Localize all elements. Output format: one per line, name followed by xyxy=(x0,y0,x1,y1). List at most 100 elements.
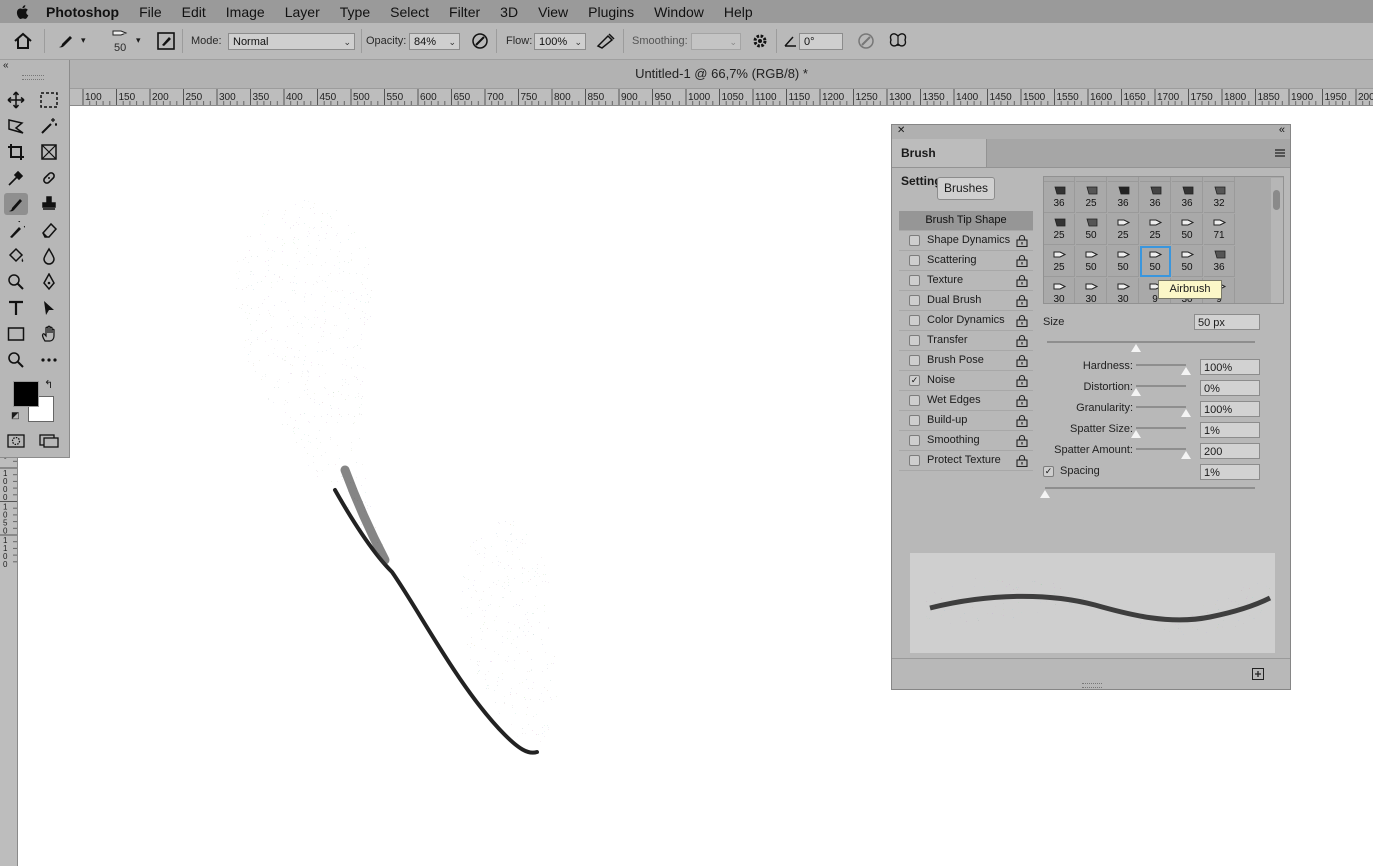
lock-icon[interactable] xyxy=(1016,394,1028,407)
brush-tip-cell[interactable]: 36 xyxy=(1044,182,1075,213)
brush-tip-cell[interactable]: 25 xyxy=(1076,182,1107,213)
size-slider-knob[interactable] xyxy=(1131,344,1142,352)
brush-tip-cell[interactable]: 50 xyxy=(1172,246,1203,277)
brush-tip-cell[interactable]: 50 xyxy=(1140,246,1171,277)
setting-build-up[interactable]: Build-up xyxy=(899,411,1033,431)
tab-brush-settings[interactable]: Brush Settings xyxy=(892,139,987,188)
brush-tip-cell[interactable]: 25 xyxy=(1044,246,1075,277)
panel-menu-icon[interactable] xyxy=(1274,148,1286,158)
brushes-button[interactable]: Brushes xyxy=(937,177,995,200)
drag-grip[interactable] xyxy=(22,75,44,80)
crop-tool-icon[interactable] xyxy=(4,141,28,163)
lock-icon[interactable] xyxy=(1016,454,1028,467)
collapse-arrows-icon[interactable]: « xyxy=(3,60,9,71)
rectangle-tool-icon[interactable] xyxy=(4,323,28,345)
magic-wand-tool-icon[interactable] xyxy=(37,115,61,137)
brush-tip-cell[interactable]: 25 xyxy=(1044,214,1075,245)
grid-scrollbar[interactable] xyxy=(1271,178,1283,303)
brush-tip-cell[interactable]: 50 xyxy=(1076,214,1107,245)
param-slider-knob[interactable] xyxy=(1181,367,1191,375)
create-new-brush-icon[interactable] xyxy=(1252,668,1264,680)
param-field[interactable]: 100% xyxy=(1200,359,1260,375)
setting-checkbox[interactable] xyxy=(909,295,920,306)
brush-tip-cell[interactable]: 30 xyxy=(1108,278,1139,303)
setting-transfer[interactable]: Transfer xyxy=(899,331,1033,351)
setting-brush-tip-shape[interactable]: Brush Tip Shape xyxy=(899,211,1033,231)
brush-tip-cell[interactable]: 30 xyxy=(1044,278,1075,303)
swap-colors-icon[interactable]: ↰ xyxy=(44,378,53,391)
param-field[interactable]: 1% xyxy=(1200,422,1260,438)
brush-tip-cell[interactable]: 50 xyxy=(1172,214,1203,245)
lock-icon[interactable] xyxy=(1016,434,1028,447)
param-slider-track[interactable] xyxy=(1136,427,1186,429)
brush-tool-icon[interactable] xyxy=(4,193,28,215)
param-slider-track[interactable] xyxy=(1136,448,1186,450)
param-slider-knob[interactable] xyxy=(1131,388,1141,396)
param-field[interactable]: 0% xyxy=(1200,380,1260,396)
brush-tip-cell[interactable]: 25 xyxy=(1140,214,1171,245)
setting-checkbox[interactable]: ✓ xyxy=(909,375,920,386)
brush-tip-cell[interactable]: 50 xyxy=(1076,246,1107,277)
setting-checkbox[interactable] xyxy=(909,395,920,406)
brush-tip-cell[interactable]: 30 xyxy=(1076,278,1107,303)
lock-icon[interactable] xyxy=(1016,254,1028,267)
brush-tip-cell[interactable]: 50 xyxy=(1108,246,1139,277)
setting-wet-edges[interactable]: Wet Edges xyxy=(899,391,1033,411)
marquee-tool-icon[interactable] xyxy=(37,89,61,111)
panel-header-strip[interactable]: ✕ « xyxy=(892,124,1290,139)
setting-noise[interactable]: ✓ Noise xyxy=(899,371,1033,391)
brush-tip-cell[interactable]: 71 xyxy=(1204,214,1235,245)
paint-bucket-tool-icon[interactable] xyxy=(4,245,28,267)
spacing-checkbox[interactable]: ✓ xyxy=(1043,466,1054,477)
more-tools-icon[interactable] xyxy=(37,349,61,371)
brush-tip-cell[interactable]: 32 xyxy=(1204,182,1235,213)
history-brush-tool-icon[interactable] xyxy=(4,219,28,241)
setting-dual-brush[interactable]: Dual Brush xyxy=(899,291,1033,311)
param-slider-knob[interactable] xyxy=(1181,409,1191,417)
param-slider-knob[interactable] xyxy=(1181,451,1191,459)
setting-checkbox[interactable] xyxy=(909,315,920,326)
foreground-color-swatch[interactable] xyxy=(13,381,39,407)
lock-icon[interactable] xyxy=(1016,294,1028,307)
move-tool-icon[interactable] xyxy=(4,89,28,111)
pen-tool-icon[interactable] xyxy=(37,271,61,293)
quick-mask-icon[interactable] xyxy=(4,430,28,452)
brush-tip-cell[interactable]: 25 xyxy=(1108,214,1139,245)
spacing-field[interactable]: 1% xyxy=(1200,464,1260,480)
zoom-tool-icon[interactable] xyxy=(4,349,28,371)
panel-resize-grip[interactable] xyxy=(1082,683,1102,688)
eyedropper-tool-icon[interactable] xyxy=(4,167,28,189)
frame-tool-icon[interactable] xyxy=(37,141,61,163)
setting-checkbox[interactable] xyxy=(909,235,920,246)
lock-icon[interactable] xyxy=(1016,374,1028,387)
param-slider-track[interactable] xyxy=(1136,364,1186,366)
setting-checkbox[interactable] xyxy=(909,255,920,266)
param-slider-knob[interactable] xyxy=(1131,430,1141,438)
dodge-tool-icon[interactable] xyxy=(4,271,28,293)
setting-brush-pose[interactable]: Brush Pose xyxy=(899,351,1033,371)
setting-checkbox[interactable] xyxy=(909,355,920,366)
size-slider-track[interactable] xyxy=(1047,341,1255,343)
lock-icon[interactable] xyxy=(1016,334,1028,347)
brush-tip-cell[interactable]: 36 xyxy=(1204,246,1235,277)
screen-mode-icon[interactable] xyxy=(37,430,61,452)
param-slider-track[interactable] xyxy=(1136,385,1186,387)
eraser-tool-icon[interactable] xyxy=(37,219,61,241)
lasso-tool-icon[interactable] xyxy=(4,115,28,137)
param-field[interactable]: 200 xyxy=(1200,443,1260,459)
setting-checkbox[interactable] xyxy=(909,455,920,466)
param-slider-track[interactable] xyxy=(1136,406,1186,408)
lock-icon[interactable] xyxy=(1016,274,1028,287)
lock-icon[interactable] xyxy=(1016,354,1028,367)
setting-texture[interactable]: Texture xyxy=(899,271,1033,291)
grid-scrollbar-thumb[interactable] xyxy=(1273,190,1280,210)
clone-stamp-tool-icon[interactable] xyxy=(37,193,61,215)
type-tool-icon[interactable] xyxy=(4,297,28,319)
spacing-slider-knob[interactable] xyxy=(1040,490,1050,498)
brush-tip-cell[interactable]: 36 xyxy=(1108,182,1139,213)
brush-tip-cell[interactable]: 36 xyxy=(1140,182,1171,213)
setting-checkbox[interactable] xyxy=(909,435,920,446)
brush-tip-cell[interactable]: 36 xyxy=(1172,182,1203,213)
lock-icon[interactable] xyxy=(1016,414,1028,427)
path-selection-tool-icon[interactable] xyxy=(37,297,61,319)
